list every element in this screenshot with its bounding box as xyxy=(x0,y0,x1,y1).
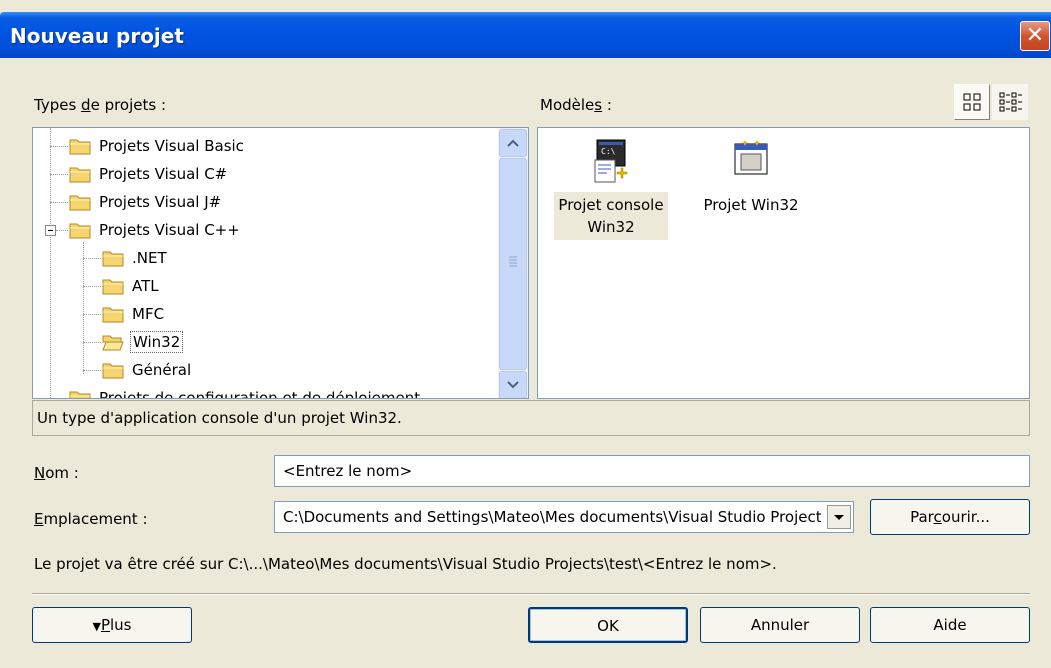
large-icons-icon xyxy=(963,93,981,111)
folder-icon xyxy=(102,305,124,323)
name-label: Nom : xyxy=(34,464,79,482)
templates-list[interactable]: C:\ Projet console Win32 Projet Win32 xyxy=(537,127,1030,399)
folder-icon xyxy=(69,389,91,398)
tree-item-mfc[interactable]: MFC xyxy=(102,300,166,328)
list-view-icon xyxy=(999,92,1022,112)
scroll-up-button[interactable] xyxy=(499,129,527,157)
dialog-title: Nouveau projet xyxy=(10,24,184,48)
project-types-tree[interactable]: Projets Visual Basic Projets Visual C# P… xyxy=(32,127,529,399)
separator xyxy=(32,593,1030,595)
folder-icon xyxy=(69,137,91,155)
grip-icon xyxy=(509,256,517,267)
template-win32[interactable]: Projet Win32 xyxy=(686,138,816,218)
location-dropdown-button[interactable] xyxy=(827,505,851,529)
cancel-button[interactable]: Annuler xyxy=(700,607,860,643)
folder-icon xyxy=(69,165,91,183)
folder-icon xyxy=(102,361,124,379)
tree-item-visual-jsharp[interactable]: Projets Visual J# xyxy=(69,188,223,216)
tree-item-win32[interactable]: Win32 xyxy=(102,328,184,356)
tree-item-visual-basic[interactable]: Projets Visual Basic xyxy=(69,132,246,160)
description-text: Un type d'application console d'un proje… xyxy=(37,409,402,427)
view-mode-toggle xyxy=(954,84,1030,120)
dropdown-arrow-icon xyxy=(834,515,844,520)
close-button[interactable]: ✕ xyxy=(1020,21,1050,51)
browse-button[interactable]: Parcourir... xyxy=(870,499,1030,535)
double-down-arrow-icon: ▼ xyxy=(92,620,101,633)
location-combobox[interactable]: C:\Documents and Settings\Mateo\Mes docu… xyxy=(274,501,854,533)
tree-item-visual-cpp[interactable]: Projets Visual C++ xyxy=(69,216,242,244)
tree-item-setup-deployment[interactable]: Projets de configuration et de déploieme… xyxy=(69,384,422,398)
tree-item-atl[interactable]: ATL xyxy=(102,272,161,300)
templates-label: Modèles : xyxy=(540,96,612,114)
open-folder-icon xyxy=(102,333,124,351)
scrollbar-thumb[interactable] xyxy=(499,158,527,370)
project-path-info: Le projet va être créé sur C:\...\Mateo\… xyxy=(34,555,777,573)
chevron-up-icon xyxy=(507,139,519,147)
location-label: Emplacement : xyxy=(34,510,148,528)
project-types-label: Types de projets : xyxy=(34,96,167,114)
help-button[interactable]: Aide xyxy=(870,607,1030,643)
template-win32-label: Projet Win32 xyxy=(703,196,799,214)
folder-icon xyxy=(102,277,124,295)
folder-icon xyxy=(69,193,91,211)
close-icon: ✕ xyxy=(1025,23,1045,48)
svg-text:C:\: C:\ xyxy=(601,147,616,156)
template-console-win32[interactable]: C:\ Projet console Win32 xyxy=(546,138,676,240)
ok-button[interactable]: OK xyxy=(528,607,688,643)
more-button[interactable]: ▼Plus xyxy=(32,607,192,643)
tree-scrollbar[interactable] xyxy=(498,128,528,398)
tree-item-dotnet[interactable]: .NET xyxy=(102,244,169,272)
list-view-button[interactable] xyxy=(992,84,1028,120)
tree-item-visual-csharp[interactable]: Projets Visual C# xyxy=(69,160,229,188)
name-input[interactable]: <Entrez le nom> xyxy=(274,455,1030,487)
console-app-icon: C:\ xyxy=(594,139,628,183)
tree-item-general[interactable]: Général xyxy=(102,356,193,384)
template-console-win32-label: Projet console Win32 xyxy=(554,192,668,240)
large-icons-view-button[interactable] xyxy=(954,84,990,120)
collapse-icon[interactable] xyxy=(45,225,56,236)
folder-icon xyxy=(102,249,124,267)
folder-icon xyxy=(69,221,91,239)
scroll-down-button[interactable] xyxy=(499,371,527,398)
chevron-down-icon xyxy=(507,381,519,389)
new-project-dialog: Nouveau projet ✕ Types de projets : Modè… xyxy=(0,0,1051,668)
template-description: Un type d'application console d'un proje… xyxy=(32,400,1030,436)
win32-app-icon xyxy=(734,140,768,175)
